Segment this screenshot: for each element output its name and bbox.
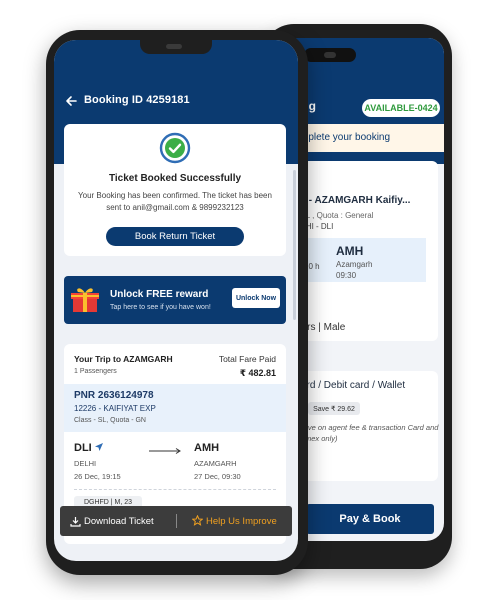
back-train-name: HI - AZAMGARH Kaifiy... bbox=[296, 195, 411, 206]
help-us-improve-button[interactable]: Help Us Improve bbox=[206, 516, 277, 527]
fare-value: ₹ 482.81 bbox=[239, 368, 276, 378]
back-phone-screen: ing AVAILABLE-0424 mplete your booking H… bbox=[294, 38, 444, 541]
front-notch bbox=[140, 40, 212, 54]
reward-subtitle: Tap here to see if you have won! bbox=[110, 304, 211, 311]
origin-code: DLI bbox=[74, 442, 92, 454]
arrival-time: 27 Dec, 09:30 bbox=[194, 472, 241, 481]
trip-title: Your Trip to AZAMGARH bbox=[74, 354, 173, 364]
star-icon[interactable] bbox=[192, 515, 203, 526]
location-arrow-icon bbox=[95, 443, 103, 451]
availability-badge: AVAILABLE-0424 bbox=[362, 99, 440, 117]
save-badge: Save ₹ 29.62 bbox=[308, 402, 360, 415]
back-dest-time: 09:30 bbox=[336, 271, 357, 280]
train-name: 12226 - KAIFIYAT EXP bbox=[74, 404, 156, 413]
bottom-action-bar: Download Ticket Help Us Improve bbox=[60, 506, 292, 536]
download-icon[interactable] bbox=[70, 516, 81, 527]
booking-id-title: Booking ID 4259181 bbox=[84, 94, 190, 106]
reward-title: Unlock FREE reward bbox=[110, 289, 209, 300]
origin-city: DELHI bbox=[74, 459, 97, 468]
fare-label: Total Fare Paid bbox=[218, 354, 276, 364]
departure-time: 26 Dec, 19:15 bbox=[74, 472, 121, 481]
gift-icon bbox=[71, 288, 99, 312]
bar-divider bbox=[176, 514, 177, 528]
booking-success-card: Ticket Booked Successfully Your Booking … bbox=[64, 124, 286, 256]
back-dest-city: Azamgarh bbox=[336, 260, 373, 269]
destination-code: AMH bbox=[194, 442, 220, 454]
destination-city: AZAMGARH bbox=[194, 459, 237, 468]
front-phone-screen: Booking ID 4259181 Ticket Booked Success… bbox=[54, 40, 298, 561]
dashed-divider bbox=[74, 489, 276, 490]
pay-and-book-button[interactable]: Pay & Book bbox=[306, 504, 434, 534]
unlock-now-button[interactable]: Unlock Now bbox=[232, 288, 280, 308]
scrollbar[interactable] bbox=[293, 170, 296, 320]
save-note: save on agent fee & transaction Card and… bbox=[300, 423, 439, 443]
back-notch bbox=[304, 48, 356, 62]
payment-option-title[interactable]: card / Debit card / Wallet bbox=[296, 380, 405, 391]
success-message: Your Booking has been confirmed. The tic… bbox=[78, 191, 272, 212]
complete-booking-banner: mplete your booking bbox=[294, 124, 444, 152]
arrow-right-icon bbox=[149, 448, 181, 454]
passenger-count: 1 Passengers bbox=[74, 368, 117, 375]
reward-banner[interactable]: Unlock FREE reward Tap here to see if yo… bbox=[64, 276, 286, 324]
success-title: Ticket Booked Successfully bbox=[108, 173, 242, 184]
book-return-ticket-button[interactable]: Book Return Ticket bbox=[106, 227, 244, 246]
download-ticket-button[interactable]: Download Ticket bbox=[84, 516, 154, 527]
check-circle-icon bbox=[159, 132, 191, 164]
back-dest-code: AMH bbox=[336, 244, 364, 258]
pnr-number: PNR 2636124978 bbox=[74, 390, 154, 401]
arrow-left-icon[interactable] bbox=[64, 94, 78, 108]
class-quota: Class - SL, Quota - GN bbox=[74, 417, 146, 424]
